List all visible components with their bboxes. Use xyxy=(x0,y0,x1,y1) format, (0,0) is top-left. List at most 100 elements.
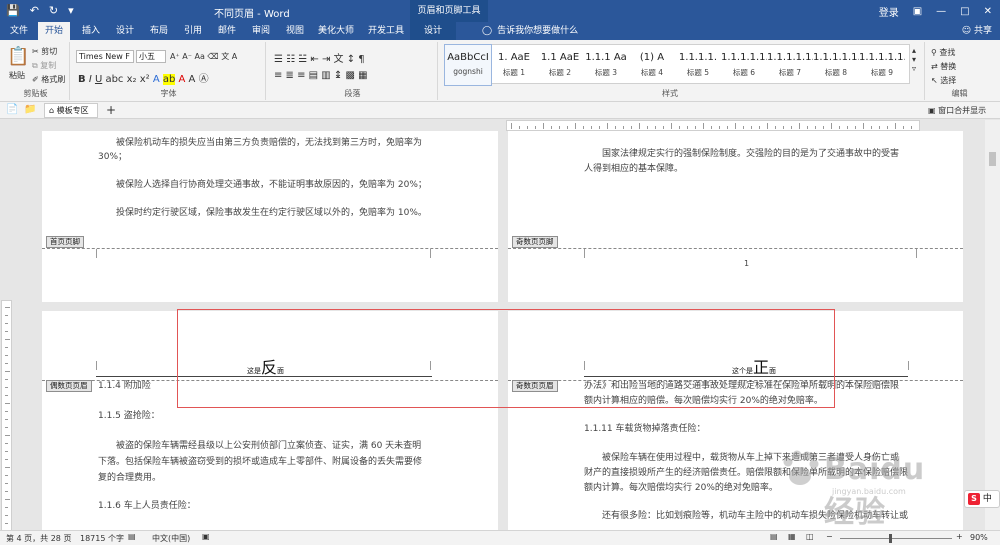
tab-file[interactable]: 文件 xyxy=(10,22,28,40)
body-text[interactable]: 投保时约定行驶区域，保险事故发生在约定行驶区域以外的，免赔率为 10%。 xyxy=(116,207,427,220)
copy-button[interactable]: ⧉ 复制 xyxy=(32,60,56,71)
macro-icon[interactable]: ▣ xyxy=(202,532,210,541)
body-text[interactable]: 国家法律规定实行的强制保险制度。交强险的目的是为了交通事故中的受害 xyxy=(602,148,899,161)
scroll-thumb[interactable] xyxy=(989,152,996,166)
merge-display-toggle[interactable]: ▣ 窗口合并显示 xyxy=(928,105,986,116)
style-item[interactable]: 1. AaE 标题 1 xyxy=(491,45,537,85)
font-name-select[interactable]: Times New F xyxy=(76,50,134,63)
add-tab-icon[interactable]: + xyxy=(106,103,116,117)
body-text[interactable]: 被盗的保险车辆需经县级以上公安刑侦部门立案侦查、证实，满 60 天未查明 xyxy=(116,440,421,453)
page-number[interactable]: 1 xyxy=(744,257,749,270)
word-count[interactable]: 18715 个字 xyxy=(80,533,124,544)
title-bar: 💾 ↶ ↻ ▾ 不同页眉 - Word 页眉和页脚工具 登录 ▣ — □ ✕ xyxy=(0,0,1000,22)
save-icon[interactable]: 💾 xyxy=(6,4,20,17)
tab-beautify[interactable]: 美化大师 xyxy=(318,22,354,40)
zoom-slider[interactable] xyxy=(840,534,952,543)
select-button[interactable]: ↖ 选择 xyxy=(931,75,956,86)
ruler-tick xyxy=(583,126,584,129)
ribbon: 📋 粘贴 ✂ 剪切 ⧉ 复制 ✐ 格式刷 剪贴板 Times New F 小五 … xyxy=(0,40,1000,102)
body-text[interactable]: 复的合理费用。 xyxy=(98,472,161,485)
vertical-ruler[interactable] xyxy=(1,300,12,532)
zoom-level[interactable]: 90% xyxy=(970,533,988,542)
styles-gallery[interactable]: AaBbCcI gognshi 1. AaE 标题 1 1.1 AaE 标题 2 1.1.1… xyxy=(444,44,910,86)
find-button[interactable]: ⚲ 查找 xyxy=(931,47,955,58)
style-item[interactable]: 1.1 AaE 标题 2 xyxy=(537,45,583,85)
heading-text[interactable]: 1.1.6 车上人员责任险： xyxy=(98,500,196,513)
style-item[interactable]: 1.1.1.1.1. 标题 8 xyxy=(813,45,859,85)
customize-qat-icon[interactable]: ▾ xyxy=(68,4,74,17)
page-count[interactable]: 第 4 页，共 28 页 xyxy=(6,533,71,544)
style-item[interactable]: 1.1.1 Aa 标题 3 xyxy=(583,45,629,85)
print-layout-icon[interactable]: ▦ xyxy=(788,532,796,541)
maximize-icon[interactable]: □ xyxy=(960,6,969,17)
style-item[interactable]: 1.1.1.1.1. 标题 6 xyxy=(721,45,767,85)
tell-me-box[interactable]: ◯ 告诉我你想要做什么 xyxy=(482,22,578,40)
styles-scroll-icon[interactable]: ▴ ▾ ▿ xyxy=(912,46,916,73)
ribbon-display-icon[interactable]: ▣ xyxy=(913,6,922,17)
ruler-tick xyxy=(679,126,680,129)
ruler-tick xyxy=(871,126,872,129)
paste-icon[interactable]: 📋 xyxy=(7,46,29,67)
tab-design[interactable]: 设计 xyxy=(116,22,134,40)
template-area-tab[interactable]: ⌂ 模板专区 xyxy=(44,103,98,118)
folder-icon[interactable]: 📁 xyxy=(24,104,36,115)
heading-text[interactable]: 1.1.5 盗抢险： xyxy=(98,410,160,423)
cut-button[interactable]: ✂ 剪切 xyxy=(32,46,57,57)
vertical-scrollbar[interactable] xyxy=(985,120,1000,530)
style-item[interactable]: 1.1.1.1.1.1. 标题 9 xyxy=(859,45,905,85)
language[interactable]: 中文(中国) xyxy=(152,533,190,544)
replace-button[interactable]: ⇄ 替换 xyxy=(931,61,956,72)
align-buttons[interactable]: ≡ ≣ ≡ ▤ ▥ ↨ ▩ ▦ xyxy=(274,70,368,81)
body-text[interactable]: 人得到相应的基本保障。 xyxy=(584,163,683,176)
body-text[interactable]: 下落。包括保险车辆被盗窃受到的损坏或造成车上零部件、附属设备的丢失需要修 xyxy=(98,456,422,469)
web-layout-icon[interactable]: ◫ xyxy=(806,532,814,541)
body-text[interactable]: 30%； xyxy=(98,151,127,164)
ruler-tick xyxy=(5,315,8,316)
style-item[interactable]: 1.1.1.1.1. 标题 7 xyxy=(767,45,813,85)
proofing-icon[interactable]: ▤ xyxy=(128,532,136,541)
zoom-slider-thumb[interactable] xyxy=(889,534,892,543)
paragraph-group-label: 段落 xyxy=(344,89,361,98)
tab-layout[interactable]: 布局 xyxy=(150,22,168,40)
ruler-tick xyxy=(911,126,912,129)
minimize-icon[interactable]: — xyxy=(936,6,946,17)
tab-references[interactable]: 引用 xyxy=(184,22,202,40)
list-buttons[interactable]: ☰ ☷ ☱ ⇤ ⇥ 文 ↕ ¶ xyxy=(274,50,365,65)
font-format-buttons[interactable]: B I U abc x₂ x² A ab A A Ⓐ xyxy=(78,70,209,85)
font-size-buttons[interactable]: A⁺ A⁻ Aa ⌫ 文 A xyxy=(170,51,237,62)
body-text[interactable]: 额内计算。每次赔偿均实行 20%的绝对免赔率。 xyxy=(584,482,778,495)
ruler-tick xyxy=(815,126,816,129)
horizontal-ruler[interactable] xyxy=(506,120,920,131)
ruler-tick xyxy=(519,126,520,129)
redo-icon[interactable]: ↻ xyxy=(49,4,58,17)
tab-review[interactable]: 审阅 xyxy=(252,22,270,40)
tab-home[interactable]: 开始 xyxy=(38,22,71,40)
new-doc-icon[interactable]: 📄 xyxy=(6,104,18,115)
body-text[interactable]: 被保险机动车的损失应当由第三方负责赔偿的，无法找到第三方时，免赔率为 xyxy=(116,137,422,150)
tab-developer[interactable]: 开发工具 xyxy=(368,22,404,40)
paste-button[interactable]: 粘贴 xyxy=(9,70,25,81)
style-item[interactable]: AaBbCcI gognshi xyxy=(444,44,492,86)
read-mode-icon[interactable]: ▤ xyxy=(770,532,778,541)
font-size-select[interactable]: 小五 xyxy=(136,50,166,63)
zoom-in-icon[interactable]: + xyxy=(956,532,963,541)
tab-hf-design[interactable]: 设计 xyxy=(410,22,457,40)
body-text[interactable]: 被保险人选择自行协商处理交通事故，不能证明事故原因的，免赔率为 20%； xyxy=(116,179,427,192)
tab-mailings[interactable]: 邮件 xyxy=(218,22,236,40)
format-painter-button[interactable]: ✐ 格式刷 xyxy=(32,74,65,85)
ime-indicator[interactable]: S 中 xyxy=(964,490,1000,508)
tab-insert[interactable]: 插入 xyxy=(82,22,100,40)
heading-text[interactable]: 1.1.11 车载货物掉落责任险： xyxy=(584,423,706,436)
zoom-out-icon[interactable]: − xyxy=(826,532,833,541)
editing-group-label: 编辑 xyxy=(951,89,968,98)
login-link[interactable]: 登录 xyxy=(879,4,899,19)
style-name: 标题 3 xyxy=(594,68,618,77)
ruler-tick xyxy=(5,491,8,492)
close-icon[interactable]: ✕ xyxy=(984,6,992,17)
style-item[interactable]: (1) A 标题 4 xyxy=(629,45,675,85)
style-item[interactable]: 1.1.1.1. 标题 5 xyxy=(675,45,721,85)
share-button[interactable]: ☺ 共享 xyxy=(962,22,992,40)
heading-text[interactable]: 1.1.4 附加险 xyxy=(98,380,151,393)
undo-icon[interactable]: ↶ xyxy=(30,4,39,17)
tab-view[interactable]: 视图 xyxy=(286,22,304,40)
